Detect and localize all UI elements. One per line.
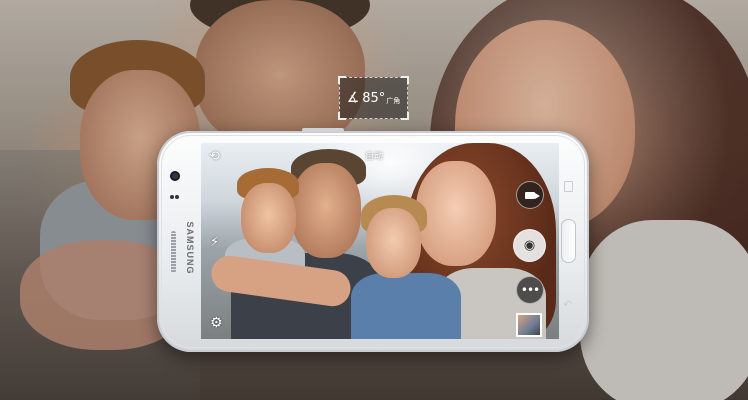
proximity-sensor: [170, 195, 179, 199]
man-face: [291, 163, 361, 258]
woman-face: [416, 161, 496, 266]
gallery-thumbnail[interactable]: [516, 313, 542, 337]
camera-viewfinder[interactable]: ⟲ 自动 ⚡ ⚙ ◉ •••: [201, 143, 559, 339]
smartphone: SAMSUNG ↶ ⟲ 自动 ⚡ ⚙ ◉ •••: [157, 128, 589, 352]
power-button: [302, 128, 344, 132]
front-camera-icon: [170, 171, 180, 181]
more-modes-icon: •••: [520, 283, 540, 297]
video-camera-icon: [525, 191, 540, 199]
girl-face: [366, 208, 421, 278]
switch-camera-icon[interactable]: ⟲: [209, 149, 220, 164]
angle-value: 85°: [362, 90, 386, 106]
angle-unit: 广角: [386, 96, 401, 105]
earpiece-speaker: [171, 231, 176, 273]
camera-shutter-icon: ◉: [523, 238, 536, 253]
wide-angle-indicator: ∡ 85° 广角: [338, 76, 409, 120]
menu-key-icon: [564, 181, 573, 192]
shutter-button[interactable]: ◉: [513, 229, 546, 262]
settings-gear-icon[interactable]: ⚙: [210, 315, 223, 331]
camera-mode-button[interactable]: •••: [516, 276, 544, 304]
flash-auto-icon[interactable]: ⚡: [210, 235, 219, 250]
home-button: [561, 219, 576, 263]
video-record-button[interactable]: [516, 181, 544, 209]
mode-label[interactable]: 自动: [365, 149, 383, 162]
back-key-icon: ↶: [563, 298, 573, 311]
angle-icon: ∡: [346, 90, 360, 106]
boy-face: [241, 183, 296, 253]
